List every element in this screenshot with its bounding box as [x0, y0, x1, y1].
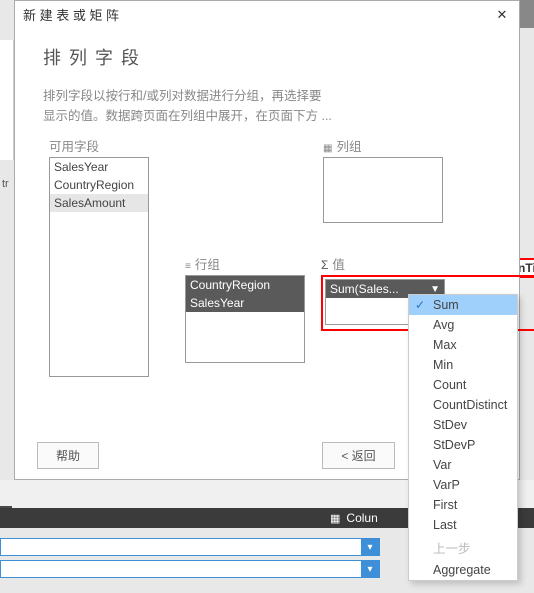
menu-item-max[interactable]: Max — [409, 335, 517, 355]
aggregate-menu[interactable]: ✓Sum Avg Max Min Count CountDistinct StD… — [408, 294, 518, 581]
menu-item-stdevp[interactable]: StDevP — [409, 435, 517, 455]
list-item[interactable]: SalesAmount — [50, 194, 148, 212]
group-slot-2-dropdown[interactable]: ▾ — [361, 561, 379, 577]
menu-item-count[interactable]: Count — [409, 375, 517, 395]
table-icon: ▦ — [330, 513, 340, 525]
available-fields-list[interactable]: SalesYear CountryRegion SalesAmount — [49, 157, 149, 377]
group-slot-1[interactable]: ▾ — [0, 538, 380, 556]
menu-item-aggregate[interactable]: Aggregate — [409, 560, 517, 580]
column-groups-label-z: ▦列组 — [323, 136, 443, 155]
menu-item-last[interactable]: Last — [409, 515, 517, 535]
back-button[interactable]: < 返回 — [322, 442, 394, 469]
column-groups-label: Colun — [346, 511, 377, 525]
menu-item-countdistinct[interactable]: CountDistinct — [409, 395, 517, 415]
menu-item-var[interactable]: Var — [409, 455, 517, 475]
bg-partial-top-right — [518, 0, 534, 28]
menu-item-varp[interactable]: VarP — [409, 475, 517, 495]
row-groups-zone: ≡行组 CountryRegion SalesYear — [185, 254, 305, 363]
list-item[interactable]: CountryRegion — [50, 176, 148, 194]
available-fields-label: 可用字段 — [49, 136, 149, 155]
help-button[interactable]: 帮助 — [37, 442, 99, 469]
page-heading: 排列字段 — [43, 44, 491, 70]
menu-item-sum[interactable]: ✓Sum — [409, 295, 517, 315]
row-groups-list[interactable]: CountryRegion SalesYear — [185, 275, 305, 363]
page-description: 排列字段以按行和/或列对数据进行分组，再选择要 显示的值。数据跨页面在列组中展开… — [43, 86, 491, 126]
column-groups-list[interactable] — [323, 157, 443, 223]
list-item[interactable]: SalesYear — [50, 158, 148, 176]
group-slot-2[interactable]: ▾ — [0, 560, 380, 578]
check-icon: ✓ — [415, 298, 425, 312]
list-item[interactable]: SalesYear — [186, 294, 304, 312]
column-groups-zone: ▦列组 — [323, 136, 443, 223]
group-slot-1-dropdown[interactable]: ▾ — [361, 539, 379, 555]
row-groups-label: ≡行组 — [185, 254, 305, 273]
rows-icon: ≡ — [185, 261, 191, 272]
bg-partial-left: tr — [0, 40, 14, 160]
menu-item-first[interactable]: First — [409, 495, 517, 515]
values-label: Σ值 — [321, 254, 534, 273]
close-icon[interactable]: ✕ — [493, 6, 511, 24]
menu-item-avg[interactable]: Avg — [409, 315, 517, 335]
chevron-down-icon[interactable]: ▼ — [430, 284, 440, 295]
bg-left-text: tr — [2, 178, 9, 190]
sigma-icon: Σ — [321, 258, 328, 272]
list-item[interactable]: CountryRegion — [186, 276, 304, 294]
available-fields-zone: 可用字段 SalesYear CountryRegion SalesAmount — [49, 136, 149, 377]
table-icon: ▦ — [323, 143, 332, 154]
menu-item-min[interactable]: Min — [409, 355, 517, 375]
menu-item-stdev[interactable]: StDev — [409, 415, 517, 435]
menu-item-prev: 上一步 — [409, 535, 517, 560]
dialog-title: 新 建 表 或 矩 阵 — [23, 5, 119, 24]
